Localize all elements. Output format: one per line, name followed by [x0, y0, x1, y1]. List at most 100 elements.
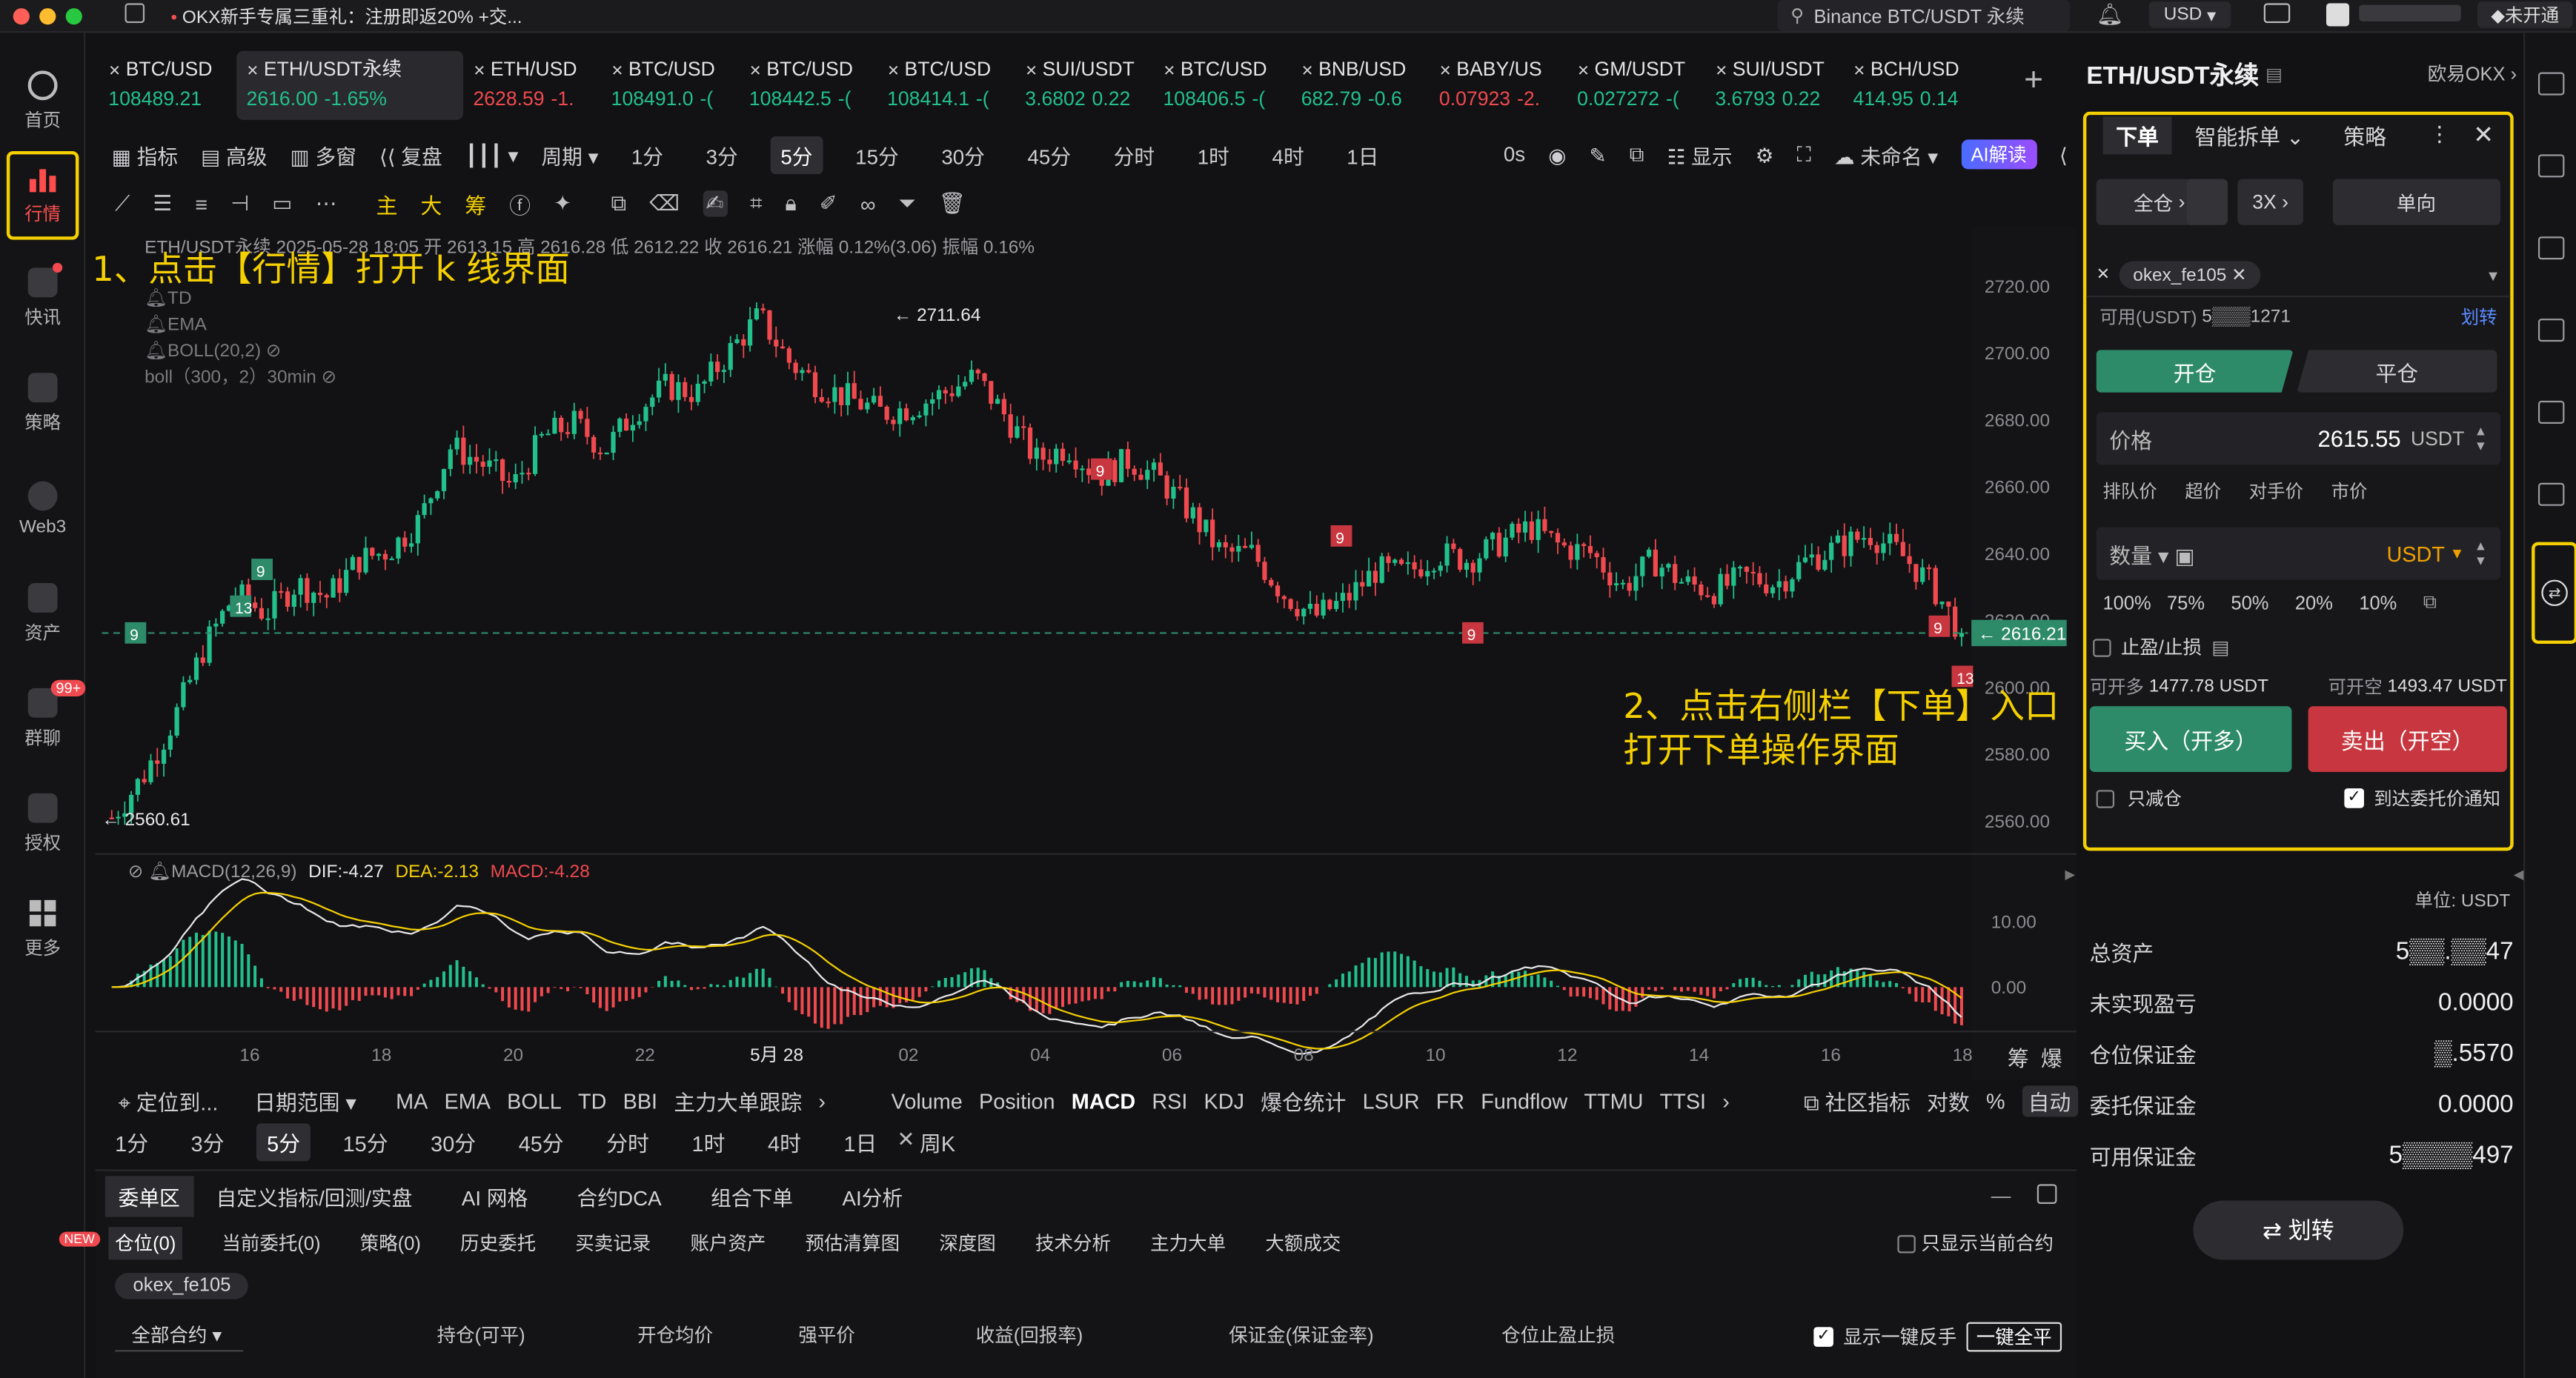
dollar-icon[interactable]	[2537, 236, 2564, 260]
timeframe-button[interactable]: 4时	[758, 1122, 811, 1160]
position-tab[interactable]: 当前委托(0)	[222, 1230, 320, 1256]
main-indicator-item[interactable]: BBI	[623, 1088, 657, 1113]
more-tools-icon[interactable]: ⋯	[316, 190, 337, 216]
timeframe-button[interactable]: 1分	[105, 1122, 158, 1160]
price-type-button[interactable]: 市价	[2331, 478, 2368, 504]
account-chip-right[interactable]: okex_fe105 ✕	[2119, 261, 2260, 290]
timeframe-button[interactable]: 1日	[834, 1122, 886, 1160]
chip-dist-button[interactable]: 筹	[465, 188, 486, 219]
percent-button[interactable]: 20%	[2295, 593, 2359, 613]
tab-strategy[interactable]: 策略	[2343, 119, 2386, 150]
position-tab[interactable]: 深度图	[939, 1230, 995, 1256]
info-icon[interactable]: ▤	[2265, 63, 2283, 85]
exchange-logo-icon[interactable]	[2326, 3, 2350, 27]
bottom-tab[interactable]: 自定义指标/回测/实盘	[203, 1175, 425, 1216]
nav-market[interactable]: 行情	[6, 150, 79, 240]
ticker-tab[interactable]: ✕ ETH/USD 2628.59 -1.	[463, 51, 601, 120]
timeframe-button[interactable]: 4时	[1262, 136, 1314, 173]
column-header[interactable]: 收益(回报率)	[976, 1322, 1083, 1348]
sub-indicator-item[interactable]: Position	[979, 1088, 1055, 1113]
ticker-tab[interactable]: ✕ BTC/USD 108491.0 -(	[601, 51, 739, 120]
position-tab[interactable]: 仓位(0)	[108, 1227, 183, 1260]
position-tab[interactable]: 主力大单	[1150, 1230, 1226, 1256]
note-icon[interactable]: ✐	[820, 190, 837, 216]
ticker-tab[interactable]: ✕ SUI/USDT 3.6793 0.22	[1705, 51, 1843, 120]
big-order-button[interactable]: 大	[421, 188, 442, 219]
table-icon[interactable]	[2537, 482, 2564, 506]
eraser-icon[interactable]: ⌫	[649, 190, 680, 216]
sell-short-button[interactable]: 卖出（开空）	[2308, 706, 2507, 772]
only-current-checkbox[interactable]: 只显示当前合约	[1896, 1230, 2054, 1256]
stepper-icon[interactable]: ▲ ▼	[2474, 424, 2488, 453]
nav-more[interactable]: 更多	[0, 877, 85, 982]
sub-indicator-item[interactable]: RSI	[1152, 1088, 1187, 1113]
filter-icon[interactable]: ⏷	[899, 190, 916, 216]
chip-toggle[interactable]: 筹 爆	[2008, 1042, 2062, 1073]
maximize-window-icon[interactable]	[65, 7, 82, 24]
timeframe-button[interactable]: 分时	[1103, 136, 1164, 173]
ticker-tab[interactable]: ✕ BTC/USD 108406.5 -(	[1153, 51, 1291, 120]
pen-icon[interactable]: ✎	[1589, 142, 1606, 167]
nav-web3[interactable]: Web3	[0, 456, 85, 562]
close-position-tab[interactable]: 平仓	[2297, 350, 2497, 393]
sub-indicator-item[interactable]: MACD	[1072, 1088, 1135, 1113]
formula-icon[interactable]: ⓕ	[509, 188, 531, 219]
edit-icon[interactable]: ⧉	[2423, 593, 2437, 614]
search-box[interactable]: ⚲ Binance BTC/USDT 永续	[1777, 0, 2071, 32]
fullscreen-icon[interactable]: ⛶	[1797, 142, 1811, 167]
rectangle-icon[interactable]: ▭	[272, 190, 292, 216]
tpsl-checkbox[interactable]: 止盈/止损 ▤	[2086, 634, 2510, 660]
buy-long-button[interactable]: 买入（开多）	[2089, 706, 2292, 772]
nav-home[interactable]: 首页	[0, 59, 85, 144]
add-tab-icon[interactable]: +	[2024, 62, 2043, 100]
document-icon[interactable]	[2537, 154, 2564, 178]
camera-icon[interactable]: ◉	[1548, 142, 1566, 167]
bottom-tab[interactable]: 组合下单	[697, 1175, 806, 1216]
sub-indicator-item[interactable]: LSUR	[1363, 1088, 1420, 1113]
percent-button[interactable]: 75%	[2167, 593, 2231, 613]
search-input[interactable]: Binance BTC/USDT 永续	[1813, 2, 2024, 28]
replay-button[interactable]: ⟨⟨ 复盘	[379, 139, 442, 170]
chevron-right-icon[interactable]: ›	[1722, 1088, 1730, 1113]
layout-select[interactable]: ☁ 未命名 ▾	[1834, 139, 1938, 170]
exchange-link[interactable]: 欧易OKX ›	[2428, 61, 2517, 87]
percent-toggle[interactable]: %	[1986, 1088, 2005, 1113]
position-tab[interactable]: 预估清算图	[806, 1230, 900, 1256]
period-select[interactable]: 周期 ▾	[541, 139, 598, 170]
timeframe-button[interactable]: 3分	[696, 136, 748, 173]
ray-icon[interactable]: ⊣	[230, 190, 249, 216]
calendar-icon[interactable]	[2537, 400, 2564, 424]
currency-select[interactable]: USD ▾	[2148, 1, 2231, 28]
layout-icon[interactable]	[2537, 72, 2564, 96]
sidebar-toggle-icon[interactable]	[125, 3, 145, 24]
timeframe-button[interactable]: 15分	[846, 136, 909, 173]
column-header[interactable]: 强平价	[798, 1322, 854, 1348]
lock-icon[interactable]: 🔒︎	[785, 190, 796, 216]
percent-button[interactable]: 50%	[2231, 593, 2294, 613]
price-type-button[interactable]: 对手价	[2249, 478, 2303, 504]
timeframe-button[interactable]: 1时	[1187, 136, 1239, 173]
nav-news[interactable]: 快讯	[0, 247, 85, 352]
sub-indicator-item[interactable]: TTSI	[1660, 1088, 1706, 1113]
close-icon[interactable]: ✕	[2473, 120, 2494, 150]
auto-scale-toggle[interactable]: 自动	[2021, 1085, 2078, 1116]
price-type-button[interactable]: 排队价	[2103, 478, 2157, 504]
trend-icon[interactable]	[2537, 319, 2564, 342]
percent-button[interactable]: 100%	[2103, 593, 2167, 613]
ticker-tab[interactable]: ✕ BCH/USD 414.95 0.14	[1843, 51, 1981, 120]
main-indicator-item[interactable]: TD	[578, 1088, 606, 1113]
minimize-icon[interactable]: —	[1991, 1184, 2011, 1207]
column-header[interactable]: 仓位止盈止损	[1501, 1322, 1615, 1348]
column-header[interactable]: 保证金(保证金率)	[1229, 1322, 1373, 1348]
timeframe-button[interactable]: 45分	[1018, 136, 1080, 173]
ticker-tab[interactable]: ✕ BNB/USD 682.79 -0.6	[1291, 51, 1429, 120]
sub-indicator-item[interactable]: Fundflow	[1481, 1088, 1567, 1113]
bottom-tab[interactable]: 委单区	[104, 1175, 193, 1216]
log-scale-toggle[interactable]: 对数	[1927, 1085, 1970, 1116]
promo-text[interactable]: • OKX新手专属三重礼：注册即返20% +交...	[171, 3, 522, 29]
sub-indicator-item[interactable]: TTMU	[1584, 1088, 1643, 1113]
daterange-select[interactable]: 日期范围 ▾	[254, 1085, 356, 1116]
boll2-legend[interactable]: boll（300，2）30min ⊘	[145, 365, 336, 390]
more-icon[interactable]: ⋮	[2429, 122, 2450, 147]
advanced-button[interactable]: ▤ 高级	[201, 139, 267, 170]
